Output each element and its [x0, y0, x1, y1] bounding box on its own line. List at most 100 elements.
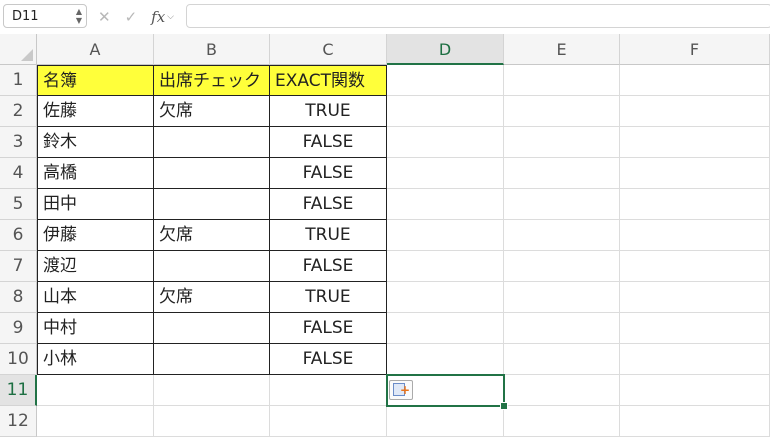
cell-C7[interactable]: FALSE [270, 251, 387, 282]
cell-B1[interactable]: 出席チェック [154, 65, 270, 96]
cell-C5[interactable]: FALSE [270, 189, 387, 220]
column-header-A[interactable]: A [37, 34, 154, 65]
cell-C3[interactable]: FALSE [270, 127, 387, 158]
cell-E10[interactable] [504, 344, 620, 375]
cell-D9[interactable] [387, 313, 504, 344]
column-header-C[interactable]: C [270, 34, 387, 65]
name-box-spinner-icon[interactable]: ▲ ▼ [76, 7, 82, 25]
cell-E12[interactable] [504, 406, 620, 437]
cell-B9[interactable] [154, 313, 270, 344]
cell-C9[interactable]: FALSE [270, 313, 387, 344]
cell-D2[interactable] [387, 96, 504, 127]
cell-E2[interactable] [504, 96, 620, 127]
cell-B6[interactable]: 欠席 [154, 220, 270, 251]
row-header-12[interactable]: 12 [0, 406, 37, 437]
cell-A2[interactable]: 佐藤 [37, 96, 154, 127]
cell-B12[interactable] [154, 406, 270, 437]
cell-A3[interactable]: 鈴木 [37, 127, 154, 158]
row-header-8[interactable]: 8 [0, 282, 37, 313]
cell-C2[interactable]: TRUE [270, 96, 387, 127]
cell-D4[interactable] [387, 158, 504, 189]
column-header-B[interactable]: B [154, 34, 270, 65]
row-header-9[interactable]: 9 [0, 313, 37, 344]
paste-options-icon[interactable]: + [389, 380, 413, 400]
cell-B8[interactable]: 欠席 [154, 282, 270, 313]
cell-A11[interactable] [37, 375, 154, 406]
chevron-down-icon[interactable]: ⌵ [167, 12, 174, 22]
cell-C8[interactable]: TRUE [270, 282, 387, 313]
cell-F12[interactable] [620, 406, 770, 437]
cell-D7[interactable] [387, 251, 504, 282]
cell-A5[interactable]: 田中 [37, 189, 154, 220]
cell-F9[interactable] [620, 313, 770, 344]
cell-D6[interactable] [387, 220, 504, 251]
cell-A7[interactable]: 渡辺 [37, 251, 154, 282]
insert-function-icon[interactable]: fx [151, 8, 165, 26]
cell-E4[interactable] [504, 158, 620, 189]
cell-A9[interactable]: 中村 [37, 313, 154, 344]
row-header-6[interactable]: 6 [0, 220, 37, 251]
cell-F6[interactable] [620, 220, 770, 251]
select-all-corner[interactable] [0, 34, 37, 65]
cell-E7[interactable] [504, 251, 620, 282]
fill-handle[interactable] [500, 402, 508, 410]
cell-F2[interactable] [620, 96, 770, 127]
column-header-F[interactable]: F [620, 34, 770, 65]
cell-F4[interactable] [620, 158, 770, 189]
cell-A6[interactable]: 伊藤 [37, 220, 154, 251]
row-header-10[interactable]: 10 [0, 344, 37, 375]
cell-D3[interactable] [387, 127, 504, 158]
column-header-E[interactable]: E [504, 34, 620, 65]
cell-B11[interactable] [154, 375, 270, 406]
cell-B5[interactable] [154, 189, 270, 220]
cell-E5[interactable] [504, 189, 620, 220]
cell-A10[interactable]: 小林 [37, 344, 154, 375]
row-header-3[interactable]: 3 [0, 127, 37, 158]
cell-E8[interactable] [504, 282, 620, 313]
cell-D8[interactable] [387, 282, 504, 313]
cell-B10[interactable] [154, 344, 270, 375]
cell-E11[interactable] [504, 375, 620, 406]
cell-C6[interactable]: TRUE [270, 220, 387, 251]
formula-input[interactable] [186, 4, 770, 28]
cell-F5[interactable] [620, 189, 770, 220]
cell-E6[interactable] [504, 220, 620, 251]
cell-B7[interactable] [154, 251, 270, 282]
cell-A4[interactable]: 高橋 [37, 158, 154, 189]
cell-E3[interactable] [504, 127, 620, 158]
cell-B2[interactable]: 欠席 [154, 96, 270, 127]
cell-D12[interactable] [387, 406, 504, 437]
cell-E1[interactable] [504, 65, 620, 96]
cell-F8[interactable] [620, 282, 770, 313]
cell-F10[interactable] [620, 344, 770, 375]
row-header-4[interactable]: 4 [0, 158, 37, 189]
cell-F1[interactable] [620, 65, 770, 96]
cell-D5[interactable] [387, 189, 504, 220]
cell-F7[interactable] [620, 251, 770, 282]
cell-D10[interactable] [387, 344, 504, 375]
cell-B3[interactable] [154, 127, 270, 158]
row-header-2[interactable]: 2 [0, 96, 37, 127]
checkmark-icon[interactable]: ✓ [125, 8, 138, 26]
cell-F3[interactable] [620, 127, 770, 158]
cell-F11[interactable] [620, 375, 770, 406]
cell-E9[interactable] [504, 313, 620, 344]
name-box[interactable]: D11 ▲ ▼ [3, 4, 87, 28]
cell-D1[interactable] [387, 65, 504, 96]
cell-C11[interactable] [270, 375, 387, 406]
cell-C12[interactable] [270, 406, 387, 437]
cell-B4[interactable] [154, 158, 270, 189]
row-header-5[interactable]: 5 [0, 189, 37, 220]
cell-A8[interactable]: 山本 [37, 282, 154, 313]
cell-C10[interactable]: FALSE [270, 344, 387, 375]
column-header-D[interactable]: D [387, 34, 504, 65]
cell-C1[interactable]: EXACT関数 [270, 65, 387, 96]
cell-A1[interactable]: 名簿 [37, 65, 154, 96]
row-header-1[interactable]: 1 [0, 65, 37, 96]
cell-C4[interactable]: FALSE [270, 158, 387, 189]
row-header-7[interactable]: 7 [0, 251, 37, 282]
name-box-value: D11 [12, 9, 39, 24]
cell-A12[interactable] [37, 406, 154, 437]
cancel-x-icon[interactable]: ✕ [98, 8, 111, 26]
row-header-11[interactable]: 11 [0, 375, 37, 406]
